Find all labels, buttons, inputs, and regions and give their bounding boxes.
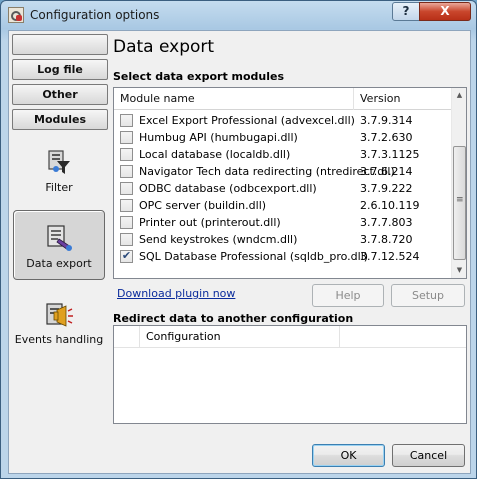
download-plugin-link[interactable]: Download plugin now — [117, 287, 235, 300]
module-version: 3.7.7.803 — [360, 216, 413, 229]
app-icon — [8, 7, 24, 23]
module-checkbox[interactable] — [120, 233, 133, 246]
modules-list-header: Module name Version — [114, 88, 451, 110]
filter-icon — [48, 150, 70, 174]
checkmark-icon: ✔ — [121, 249, 132, 262]
module-name: Excel Export Professional (advexcel.dll) — [139, 114, 355, 127]
table-row[interactable]: ODBC database (odbcexport.dll) 3.7.9.222 — [114, 180, 451, 197]
table-row[interactable]: Humbug API (humbugapi.dll) 3.7.2.630 — [114, 129, 451, 146]
table-row[interactable]: Printer out (printerout.dll) 3.7.7.803 — [114, 214, 451, 231]
help-title-button[interactable]: ? — [392, 2, 420, 21]
module-name: Printer out (printerout.dll) — [139, 216, 281, 229]
module-name: Local database (localdb.dll) — [139, 148, 291, 161]
redirect-list-header: Configuration — [114, 326, 466, 348]
table-row[interactable]: Excel Export Professional (advexcel.dll)… — [114, 112, 451, 129]
setup-button[interactable]: Setup — [391, 284, 465, 307]
sidebar-item-events-handling[interactable]: Events handling — [13, 295, 105, 357]
close-button[interactable]: X — [419, 2, 471, 21]
table-row[interactable]: Local database (localdb.dll) 3.7.3.1125 — [114, 146, 451, 163]
table-row[interactable]: Navigator Tech data redirecting (ntredir… — [114, 163, 451, 180]
sidebar-item-label: Filter — [45, 181, 73, 194]
redirect-configuration-list[interactable]: Configuration — [113, 325, 467, 424]
module-name: SQL Database Professional (sqldb_pro.dll… — [139, 250, 369, 263]
sidebar-item-label: Events handling — [14, 333, 104, 346]
module-version: 2.6.10.119 — [360, 199, 420, 212]
module-checkbox[interactable] — [120, 148, 133, 161]
module-checkbox[interactable]: ✔ — [120, 250, 133, 263]
column-header-configuration[interactable]: Configuration — [140, 326, 340, 348]
scrollbar-thumb[interactable] — [453, 146, 466, 260]
configuration-window: Configuration options ? X Log file Other… — [0, 0, 477, 479]
module-version: 3.7.6.214 — [360, 165, 413, 178]
module-name: Send keystrokes (wndcm.dll) — [139, 233, 298, 246]
sidebar-item-filter[interactable]: Filter — [13, 141, 105, 201]
close-icon: X — [440, 4, 450, 18]
column-header-blank[interactable] — [114, 326, 140, 348]
module-checkbox[interactable] — [120, 165, 133, 178]
module-checkbox[interactable] — [120, 199, 133, 212]
modules-list[interactable]: Module name Version Excel Export Profess… — [113, 87, 467, 279]
redirect-group-title: Redirect data to another configuration — [113, 312, 354, 325]
scroll-up-icon[interactable]: ▲ — [453, 88, 466, 103]
help-button[interactable]: Help — [312, 284, 384, 307]
module-checkbox[interactable] — [120, 182, 133, 195]
column-header-module-name[interactable]: Module name — [114, 88, 354, 110]
sidebar-button-log-file[interactable]: Log file — [12, 59, 108, 80]
ok-button[interactable]: OK — [312, 444, 385, 467]
module-version: 3.7.2.630 — [360, 131, 413, 144]
scroll-down-icon[interactable]: ▼ — [453, 263, 466, 278]
module-version: 3.7.3.1125 — [360, 148, 420, 161]
data-export-icon — [47, 225, 72, 251]
sidebar: Log file Other Modules Filter Data expor… — [9, 31, 110, 473]
module-name: ODBC database (odbcexport.dll) — [139, 182, 317, 195]
module-checkbox[interactable] — [120, 216, 133, 229]
module-version: 3.7.9.314 — [360, 114, 413, 127]
module-checkbox[interactable] — [120, 131, 133, 144]
sidebar-button-modules[interactable]: Modules — [12, 109, 108, 130]
module-version: 3.7.8.720 — [360, 233, 413, 246]
module-checkbox[interactable] — [120, 114, 133, 127]
module-name: Navigator Tech data redirecting (ntredir… — [139, 165, 395, 178]
module-version: 3.7.9.222 — [360, 182, 413, 195]
table-row[interactable]: ✔ SQL Database Professional (sqldb_pro.d… — [114, 248, 451, 265]
page-title: Data export — [113, 37, 215, 57]
table-row[interactable]: OPC server (buildin.dll) 2.6.10.119 — [114, 197, 451, 214]
window-title: Configuration options — [30, 8, 160, 22]
dialog-client-area: Log file Other Modules Filter Data expor… — [8, 30, 471, 474]
events-handling-icon — [46, 303, 73, 327]
module-version: 3.7.12.524 — [360, 250, 420, 263]
sidebar-item-label: Data export — [26, 257, 92, 270]
sidebar-button-other[interactable]: Other — [12, 84, 108, 105]
module-name: Humbug API (humbugapi.dll) — [139, 131, 298, 144]
table-row[interactable]: Send keystrokes (wndcm.dll) 3.7.8.720 — [114, 231, 451, 248]
cancel-button[interactable]: Cancel — [392, 444, 465, 467]
column-header-version[interactable]: Version — [354, 88, 451, 110]
modules-scrollbar[interactable]: ▲ ▼ — [451, 88, 466, 278]
title-bar[interactable]: Configuration options ? X — [1, 1, 476, 30]
module-name: OPC server (buildin.dll) — [139, 199, 267, 212]
modules-group-title: Select data export modules — [113, 70, 285, 83]
sidebar-button-blank[interactable] — [12, 34, 108, 55]
sidebar-item-data-export[interactable]: Data export — [13, 210, 105, 280]
